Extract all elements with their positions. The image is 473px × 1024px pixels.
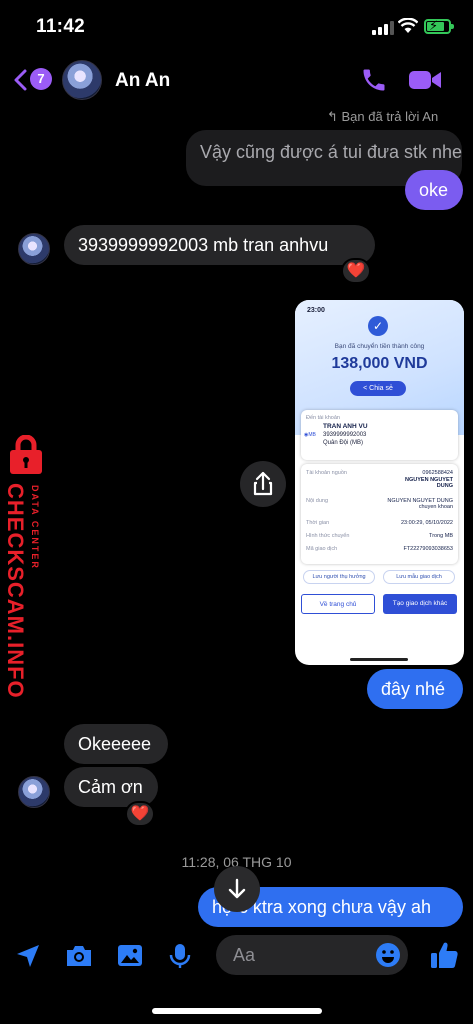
incoming-message-okeeeee[interactable]: Okeeeee: [64, 724, 168, 764]
detail-key: Hình thức chuyển: [306, 533, 350, 539]
back-chevron-icon: [14, 69, 27, 91]
detail-value: FT22279093038653: [403, 546, 453, 552]
arrow-down-icon: [228, 878, 246, 899]
detail-key: Tài khoản nguồn: [306, 470, 347, 476]
microphone-icon[interactable]: [167, 942, 193, 970]
conversation-header: 7 An An: [0, 52, 473, 108]
detail-key: Nội dung: [306, 498, 329, 504]
recipient-bank: Quân Đội (MB): [323, 440, 364, 446]
detail-value: NGUYEN NGUYET DUNG chuyen khoan: [387, 498, 453, 510]
detail-value: 23:00:29, 05/10/2022: [401, 520, 453, 526]
receipt-share-button: < Chia sẻ: [350, 381, 406, 396]
send-location-icon[interactable]: [14, 942, 42, 970]
receipt-new-transaction-button: Tạo giao dịch khác: [383, 594, 457, 614]
reply-arrow-icon: ↰: [327, 109, 342, 124]
heart-reaction[interactable]: ❤️: [125, 801, 155, 827]
to-account-label: Đến tài khoản: [306, 415, 340, 421]
receipt-success-text: Bạn đã chuyển tiền thành công: [334, 343, 425, 350]
forward-share-button[interactable]: [240, 461, 286, 507]
receipt-share-label: Chia sẻ: [369, 385, 393, 392]
message-composer: [0, 928, 473, 984]
watermark-main-text: CHECKSCAM.INFO: [3, 483, 28, 699]
outgoing-message-here[interactable]: đây nhé: [367, 669, 463, 709]
watermark: CHECKSCAM.INFO DATA CENTER: [0, 435, 60, 699]
detail-key: Mã giao dịch: [306, 546, 338, 552]
scroll-to-bottom-button[interactable]: [214, 866, 260, 912]
detail-value: Trong MB: [429, 533, 453, 539]
contact-avatar-small[interactable]: [18, 233, 50, 265]
receipt-home-button: Về trang chủ: [301, 594, 375, 614]
detail-key: Thời gian: [306, 520, 330, 526]
unread-count-badge: 7: [30, 68, 52, 90]
shared-transfer-screenshot[interactable]: 23:00 ✓ Bạn đã chuyển tiền thành công 13…: [295, 300, 464, 665]
wifi-icon: [398, 18, 418, 33]
recipient-name: TRAN ANH VU: [323, 423, 368, 430]
mb-logo-icon: ◉MB: [304, 432, 316, 438]
save-recipient-link: Lưu người thụ hưởng: [303, 570, 375, 584]
save-template-link: Lưu mẫu giao dịch: [383, 570, 455, 584]
contact-avatar[interactable]: [62, 60, 102, 100]
detail-value: 0962588424: [422, 470, 453, 476]
transaction-details-card: Tài khoản nguồn 0962588424 NGUYEN NGUYET …: [301, 464, 458, 564]
reply-note-text: Bạn đã trả lời An: [341, 109, 439, 124]
recipient-account: 3939999992003: [323, 432, 367, 438]
charging-bolt-icon: ⚡: [429, 18, 439, 33]
contact-name[interactable]: An An: [115, 70, 170, 92]
outgoing-message-oke[interactable]: oke: [405, 170, 463, 210]
camera-icon[interactable]: [64, 942, 94, 970]
detail-value: NGUYEN NGUYET DUNG: [405, 477, 453, 489]
watermark-sub-text: DATA CENTER: [30, 485, 40, 570]
lock-icon: [10, 435, 42, 474]
heart-reaction[interactable]: ❤️: [341, 258, 371, 284]
receipt-status-time: 23:00: [307, 307, 325, 314]
receipt-home-indicator: [350, 658, 408, 661]
back-button[interactable]: 7: [12, 66, 54, 94]
reply-note: ↰ Bạn đã trả lời An: [327, 109, 438, 125]
home-indicator: [152, 1008, 322, 1014]
checkmark-icon: ✓: [368, 316, 388, 336]
contact-avatar-small[interactable]: [18, 776, 50, 808]
recipient-card: Đến tài khoản TRAN ANH VU ◉MB 3939999992…: [301, 410, 458, 460]
thumbs-up-icon[interactable]: [428, 939, 460, 971]
status-bar: 11:42 ⚡: [0, 0, 473, 52]
phone-icon[interactable]: [360, 66, 388, 94]
incoming-message-account[interactable]: 3939999992003 mb tran anhvu: [64, 225, 375, 265]
status-time: 11:42: [36, 16, 86, 37]
cellular-signal-icon: [372, 21, 394, 35]
receipt-amount: 138,000 VND: [331, 355, 428, 372]
video-camera-icon[interactable]: [408, 68, 442, 92]
share-icon: [253, 471, 273, 496]
gallery-icon[interactable]: [116, 942, 144, 970]
emoji-icon[interactable]: [374, 941, 402, 969]
